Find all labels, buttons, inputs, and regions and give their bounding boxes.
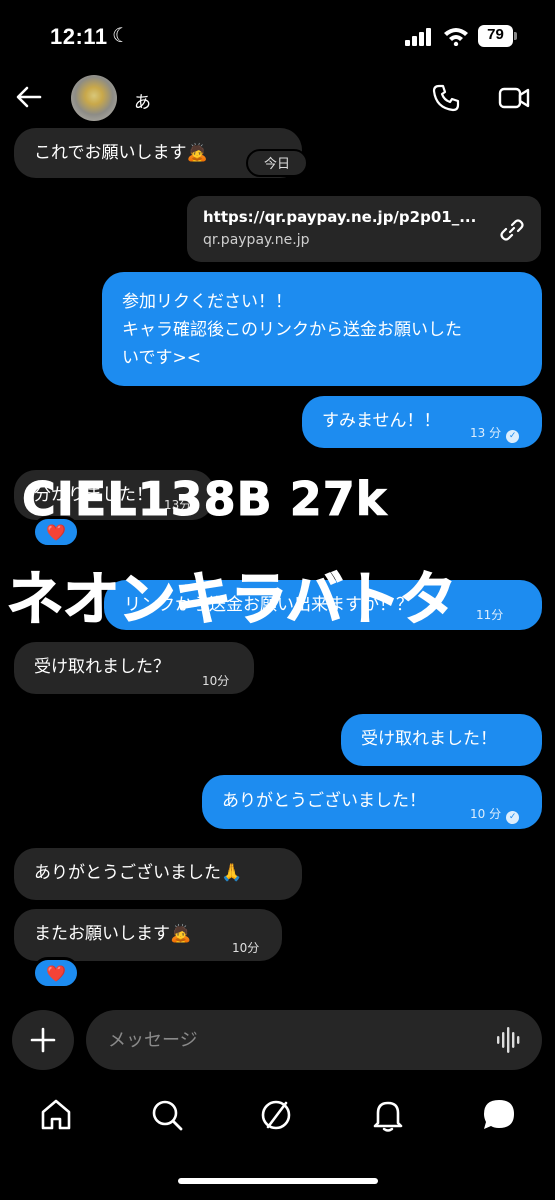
phone-icon[interactable] (431, 83, 461, 113)
outgoing-message[interactable]: すみません！！ 13 分 ✓ (302, 396, 542, 448)
message-timestamp: 10分 (232, 941, 260, 955)
message-text-line: いです>< (122, 348, 201, 368)
link-url: https://qr.paypay.ne.jp/p2p01_... (203, 208, 477, 226)
outgoing-message[interactable]: ありがとうございました！ 10 分 ✓ (202, 775, 542, 829)
message-text: 受け取れました？ (34, 657, 170, 677)
battery-indicator: 79 (478, 25, 518, 47)
signal-icon (405, 28, 431, 46)
messages-icon[interactable] (481, 1097, 517, 1133)
message-text-line: 参加リクください！！ (122, 292, 292, 312)
link-icon (500, 219, 524, 241)
link-preview-card[interactable]: https://qr.paypay.ne.jp/p2p01_... qr.pay… (187, 196, 541, 262)
message-text: ありがとうございました🙏 (34, 863, 243, 883)
back-arrow-icon[interactable] (14, 82, 44, 112)
read-check-icon: ✓ (506, 811, 520, 824)
add-attachment-button[interactable] (12, 1010, 74, 1070)
message-text: すみません！！ (322, 411, 441, 431)
plus-icon (30, 1027, 56, 1053)
message-text: これでお願いします🙇 (34, 143, 208, 163)
date-label: 今日 (246, 149, 308, 177)
outgoing-message[interactable]: 参加リクください！！ キャラ確認後このリンクから送金お願いした いです>< (102, 272, 542, 386)
overlay-caption-line-1: CIEL138B 27k (22, 472, 388, 527)
message-composer (86, 1010, 542, 1070)
heart-reaction[interactable]: ❤️ (32, 957, 80, 989)
status-bar: 12:11 ☾ 79 (0, 0, 555, 70)
message-timestamp: 10 分 ✓ (470, 801, 520, 827)
outgoing-message[interactable]: 受け取れました！ (341, 714, 542, 766)
chat-header: あ (0, 70, 555, 130)
video-call-icon[interactable] (498, 84, 530, 112)
message-input[interactable] (108, 1010, 488, 1070)
message-timestamp: 10分 (202, 674, 230, 688)
voice-message-icon[interactable] (496, 1026, 524, 1054)
message-text-line: キャラ確認後このリンクから送金お願いした (122, 320, 462, 340)
contact-name[interactable]: あ (134, 88, 151, 113)
wifi-icon (444, 28, 468, 46)
link-domain: qr.paypay.ne.jp (203, 232, 310, 248)
overlay-caption-line-2: ネオンキラバトタ (6, 565, 458, 634)
status-time: 12:11 (50, 24, 108, 49)
read-check-icon: ✓ (506, 430, 520, 443)
notifications-bell-icon[interactable] (370, 1097, 406, 1133)
message-text: 受け取れました！ (361, 729, 497, 749)
contact-avatar[interactable] (71, 75, 117, 121)
home-icon[interactable] (38, 1097, 74, 1133)
home-indicator (178, 1178, 378, 1184)
message-text: またお願いします🙇 (34, 924, 192, 944)
incoming-message[interactable]: ありがとうございました🙏 (14, 848, 302, 900)
moon-icon: ☾ (112, 23, 130, 47)
message-text: ありがとうございました！ (222, 791, 426, 811)
message-timestamp: 13 分 ✓ (470, 420, 520, 446)
incoming-message[interactable]: 受け取れました？ 10分 (14, 642, 254, 694)
incoming-message[interactable]: またお願いします🙇 10分 (14, 909, 282, 961)
search-icon[interactable] (149, 1097, 185, 1133)
explore-icon[interactable] (258, 1097, 294, 1133)
battery-level: 79 (487, 26, 504, 43)
